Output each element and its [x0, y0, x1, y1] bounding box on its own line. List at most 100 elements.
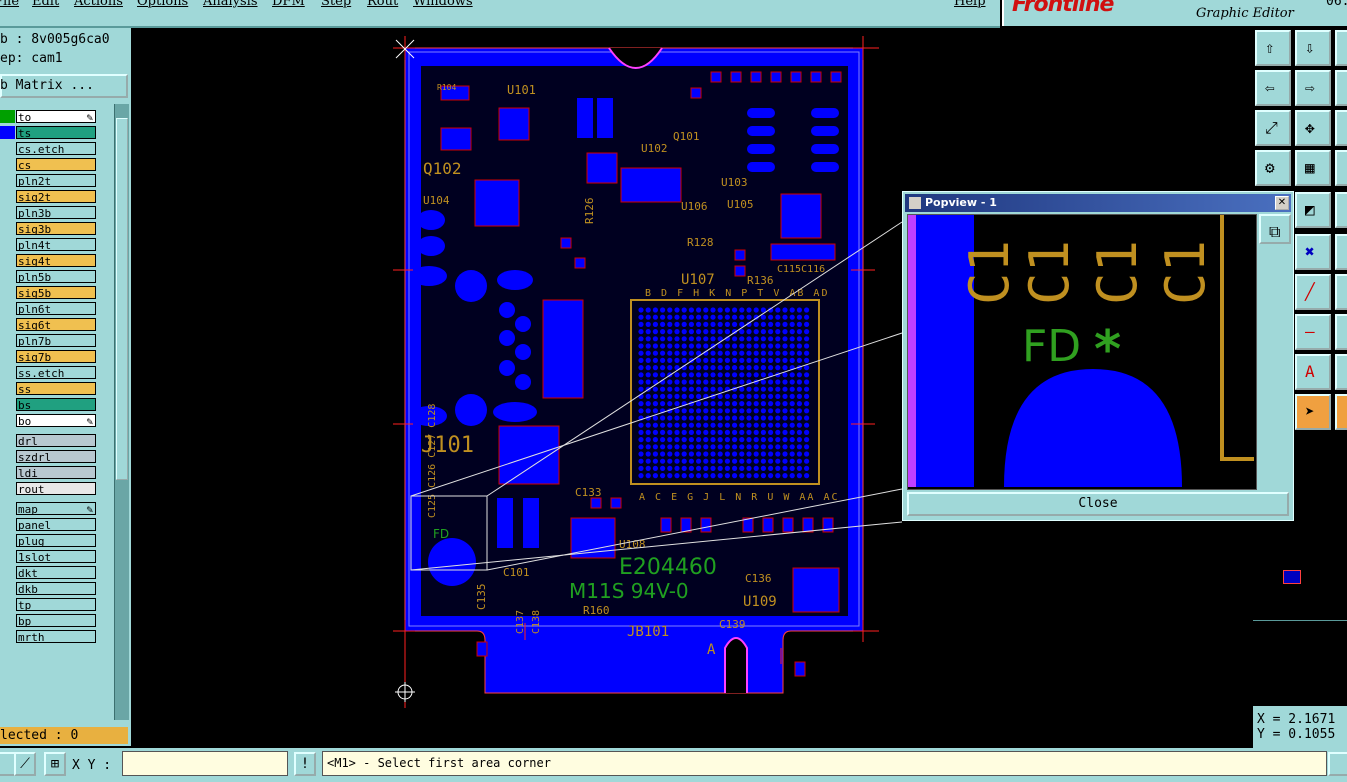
bga-ball [775, 458, 781, 464]
layer-color-swatch[interactable] [0, 126, 15, 139]
page-right-icon[interactable]: ⇨ [1295, 70, 1331, 106]
toolbar-button[interactable] [1335, 274, 1347, 310]
layer-item-ldi[interactable]: ldi [16, 466, 96, 480]
layer-item-sig4t[interactable]: sig4t [16, 254, 96, 268]
bga-ball [652, 372, 659, 378]
text-icon[interactable]: A [1295, 354, 1331, 390]
menu-edit[interactable]: Edit [32, 0, 59, 9]
bga-ball [674, 422, 680, 428]
job-name: b : 8v005g6ca0 [0, 32, 110, 47]
select-icon[interactable]: ◩ [1295, 192, 1331, 228]
pv-zoom-icon[interactable]: ⧉ [1259, 214, 1291, 244]
bga-ball [717, 473, 723, 479]
layer-item-bs[interactable]: bs [16, 398, 96, 412]
toolbar-button[interactable] [1335, 192, 1347, 228]
layer-color-swatch[interactable] [0, 110, 15, 123]
layer-item-rout[interactable]: rout [16, 482, 96, 496]
bga-ball [768, 451, 774, 457]
layer-item-1slot[interactable]: 1slot [16, 550, 96, 564]
snap-icon[interactable]: ⟋ [14, 752, 36, 776]
toolbar-button[interactable] [1335, 234, 1347, 270]
toolbar-button[interactable] [1328, 752, 1347, 776]
popview-viewport[interactable]: C1 C1 C1 C1 FD * [907, 214, 1257, 490]
bga-ball [660, 329, 666, 335]
bga-ball [760, 329, 767, 335]
measure-icon[interactable]: ⚙ [1255, 150, 1291, 186]
popview-close-button[interactable]: Close [907, 492, 1289, 516]
layer-item-drl[interactable]: drl [16, 434, 96, 448]
bga-ball [760, 473, 767, 479]
layer-item-to[interactable]: to ✎ [16, 110, 96, 124]
grid-icon[interactable]: ▦ [1295, 150, 1331, 186]
menu-help[interactable]: Help [954, 0, 986, 9]
pan-icon[interactable]: ✥ [1295, 110, 1331, 146]
layer-item-szdrl[interactable]: szdrl [16, 450, 96, 464]
zoom-fit-icon[interactable]: ⤢ [1255, 110, 1291, 146]
layer-item-mrth[interactable]: mrth [16, 630, 96, 644]
menu-dfm[interactable]: DFM [272, 0, 305, 9]
menu-rout[interactable]: Rout [367, 0, 398, 9]
layer-item-sig5b[interactable]: sig5b [16, 286, 96, 300]
toolbar-button[interactable] [1335, 150, 1347, 186]
bga-ball [652, 465, 659, 471]
layer-item-pln6t[interactable]: pln6t [16, 302, 96, 316]
toolbar-button[interactable] [1335, 394, 1347, 430]
toolbar-button[interactable] [1335, 314, 1347, 350]
layer-item-ts[interactable]: ts [16, 126, 96, 140]
close-icon[interactable]: ✕ [1275, 196, 1289, 210]
bga-ball [681, 336, 687, 342]
menu-actions[interactable]: Actions [74, 0, 123, 9]
layer-item-sig2t[interactable]: sig2t [16, 190, 96, 204]
pointer-icon[interactable]: ➤ [1295, 394, 1331, 430]
layer-item-sig3b[interactable]: sig3b [16, 222, 96, 236]
layer-item-label: sig6t [18, 319, 52, 332]
layer-item-cs[interactable]: cs [16, 158, 96, 172]
grid-snap-icon[interactable]: ⊞ [44, 752, 66, 776]
layer-item-map[interactable]: map ✎ [16, 502, 96, 516]
layer-item-sig7b[interactable]: sig7b [16, 350, 96, 364]
alert-icon[interactable]: ! [294, 752, 316, 776]
layer-item-dkb[interactable]: dkb [16, 582, 96, 596]
line-draw-icon[interactable]: ╱ [1295, 274, 1331, 310]
job-matrix-button[interactable]: b Matrix ... [0, 74, 128, 98]
layer-item-tp[interactable]: tp [16, 598, 96, 612]
xy-input[interactable] [122, 751, 288, 776]
toolbar-button[interactable] [1335, 110, 1347, 146]
layer-item-bp[interactable]: bp [16, 614, 96, 628]
toolbar-button[interactable] [1335, 70, 1347, 106]
layer-item-panel[interactable]: panel [16, 518, 96, 532]
layer-item-pln3b[interactable]: pln3b [16, 206, 96, 220]
bga-ball [789, 451, 795, 457]
bga-ball [652, 365, 659, 371]
bga-ball [768, 343, 774, 349]
cross-icon[interactable]: ✖ [1295, 234, 1331, 270]
menu-file[interactable]: File [0, 0, 19, 9]
layer-item-cs-etch[interactable]: cs.etch [16, 142, 96, 156]
bga-ball [724, 365, 731, 371]
layer-item-pln7b[interactable]: pln7b [16, 334, 96, 348]
menu-step[interactable]: Step [321, 0, 351, 9]
popview-titlebar[interactable]: Popview - 1 ✕ [905, 194, 1291, 212]
layer-item-pln2t[interactable]: pln2t [16, 174, 96, 188]
menu-windows[interactable]: Windows [413, 0, 473, 9]
page-left-icon[interactable]: ⇦ [1255, 70, 1291, 106]
layer-item-pln4t[interactable]: pln4t [16, 238, 96, 252]
menu-options[interactable]: Options [137, 0, 188, 9]
bga-ball [789, 386, 795, 392]
layer-item-ss[interactable]: ss [16, 382, 96, 396]
page-down-icon[interactable]: ⇩ [1295, 30, 1331, 66]
layer-item-dkt[interactable]: dkt [16, 566, 96, 580]
bga-ball [638, 437, 644, 443]
horizontal-line-icon[interactable]: ― [1295, 314, 1331, 350]
layer-item-sig6t[interactable]: sig6t [16, 318, 96, 332]
layer-item-bo[interactable]: bo ✎ [16, 414, 96, 428]
toolbar-button[interactable] [1335, 354, 1347, 390]
layer-item-ss-etch[interactable]: ss.etch [16, 366, 96, 380]
scrollbar-thumb[interactable] [116, 118, 128, 480]
layer-item-pln5b[interactable]: pln5b [16, 270, 96, 284]
bga-ball [724, 379, 731, 385]
toolbar-button[interactable] [1335, 30, 1347, 66]
layer-item-plug[interactable]: plug [16, 534, 96, 548]
page-up-icon[interactable]: ⇧ [1255, 30, 1291, 66]
menu-analysis[interactable]: Analysis [203, 0, 258, 9]
